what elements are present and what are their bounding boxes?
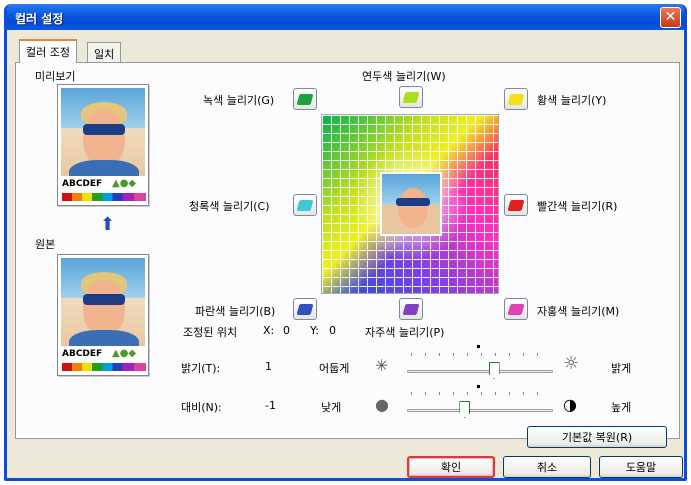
increase-cyan-button[interactable] xyxy=(293,194,317,216)
green-chip-icon xyxy=(296,93,314,105)
close-button[interactable]: ✕ xyxy=(660,7,681,28)
contrast-ticks xyxy=(411,392,551,398)
tab-matching[interactable]: 일치 xyxy=(87,42,122,62)
center-preview-thumbnail xyxy=(380,172,442,236)
tab-color-adjust[interactable]: 컬러 조정 xyxy=(19,39,77,63)
brightness-ticks xyxy=(411,353,551,359)
red-label: 빨간색 늘리기(R) xyxy=(537,200,618,213)
color-settings-dialog: 컬러 설정 ✕ 컬러 조정 일치 미리보기 ABCDEF ▲●◆ ⬆ 원본 AB… xyxy=(4,4,687,481)
blue-label: 파란색 늘리기(B) xyxy=(195,305,276,318)
contrast-slider-track[interactable] xyxy=(407,409,553,412)
sun-small-icon: ✳ xyxy=(375,356,389,375)
contrast-value: -1 xyxy=(265,399,276,412)
ok-button[interactable]: 확인 xyxy=(407,456,495,478)
title-bar: 컬러 설정 ✕ xyxy=(7,4,684,30)
brightness-slider-track[interactable] xyxy=(407,370,553,373)
window-title: 컬러 설정 xyxy=(15,12,64,26)
original-sample-text: ABCDEF xyxy=(62,349,103,359)
preview-image: ABCDEF ▲●◆ xyxy=(57,84,149,206)
purple-chip-icon xyxy=(402,303,420,315)
contrast-label: 대비(N): xyxy=(181,401,222,414)
position-y-label: Y: xyxy=(310,324,319,337)
increase-purple-button[interactable] xyxy=(399,298,423,320)
cyan-chip-icon xyxy=(296,199,314,211)
brightness-label: 밝기(T): xyxy=(181,362,221,375)
magenta-chip-icon xyxy=(507,303,525,315)
restore-defaults-button[interactable]: 기본값 복원(R) xyxy=(527,426,667,448)
help-button[interactable]: 도움말 xyxy=(599,456,683,478)
position-y-value: 0 xyxy=(329,324,336,337)
preview-sample-text: ABCDEF xyxy=(62,179,103,189)
tab-color-adjust-label: 컬러 조정 xyxy=(26,46,70,59)
increase-lime-button[interactable] xyxy=(399,86,423,108)
purple-label: 자주색 늘리기(P) xyxy=(365,326,445,339)
cyan-label: 청록색 늘리기(C) xyxy=(189,200,270,213)
brightness-high-label: 밝게 xyxy=(611,362,632,375)
cancel-label: 취소 xyxy=(536,461,558,474)
contrast-low-label: 낮게 xyxy=(321,401,342,414)
ok-label: 확인 xyxy=(440,461,462,474)
increase-magenta-button[interactable] xyxy=(504,298,528,320)
contrast-default-marker xyxy=(477,385,480,388)
up-arrow-icon: ⬆ xyxy=(100,214,116,235)
increase-yellow-button[interactable] xyxy=(504,88,528,110)
cancel-button[interactable]: 취소 xyxy=(503,456,591,478)
brightness-value: 1 xyxy=(265,360,272,373)
red-chip-icon xyxy=(507,199,525,211)
preview-photo xyxy=(61,88,145,176)
yellow-label: 황색 늘리기(Y) xyxy=(537,94,607,107)
preview-shapes: ▲●◆ xyxy=(112,178,137,189)
brightness-default-marker xyxy=(477,345,480,348)
help-label: 도움말 xyxy=(625,461,657,474)
increase-green-button[interactable] xyxy=(293,88,317,110)
increase-blue-button[interactable] xyxy=(293,298,317,320)
section-divider xyxy=(177,341,667,342)
original-image: ABCDEF ▲●◆ xyxy=(57,254,149,376)
original-photo xyxy=(61,258,145,346)
bottom-divider xyxy=(23,422,671,423)
restore-defaults-label: 기본값 복원(R) xyxy=(561,431,633,444)
position-x-label: X: xyxy=(263,324,275,337)
sun-large-icon: ☼ xyxy=(563,353,580,374)
low-contrast-icon: ● xyxy=(375,395,389,414)
lime-chip-icon xyxy=(402,91,420,103)
yellow-chip-icon xyxy=(507,93,525,105)
original-color-strip xyxy=(62,363,146,371)
increase-red-button[interactable] xyxy=(504,194,528,216)
preview-color-strip xyxy=(62,193,146,201)
original-shapes: ▲●◆ xyxy=(112,348,137,359)
original-label: 원본 xyxy=(35,238,56,251)
position-x-value: 0 xyxy=(283,324,290,337)
magenta-label: 자홍색 늘리기(M) xyxy=(537,305,620,318)
contrast-high-label: 높게 xyxy=(611,401,632,414)
brightness-low-label: 어둡게 xyxy=(319,362,350,375)
high-contrast-icon: ◑ xyxy=(563,395,577,414)
blue-chip-icon xyxy=(296,303,314,315)
lime-label: 연두색 늘리기(W) xyxy=(362,70,446,83)
green-label: 녹색 늘리기(G) xyxy=(203,94,275,107)
tab-matching-label: 일치 xyxy=(94,48,115,61)
position-label: 조정된 위치 xyxy=(183,326,238,339)
preview-label: 미리보기 xyxy=(35,70,76,83)
close-icon: ✕ xyxy=(664,9,677,25)
